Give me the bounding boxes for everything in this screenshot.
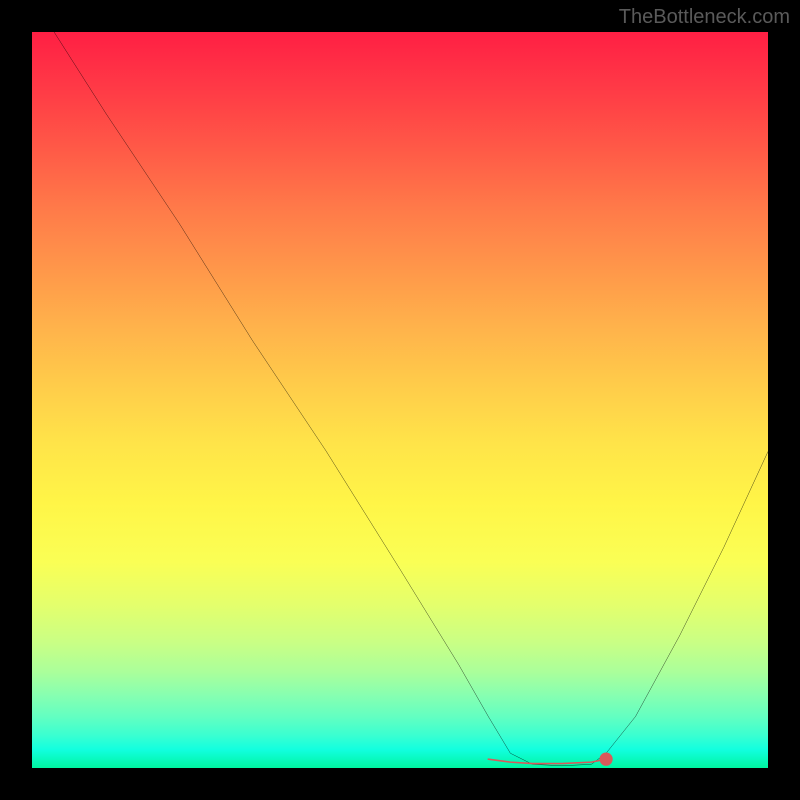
chart-svg bbox=[32, 32, 768, 768]
optimal-range-end-dot bbox=[599, 753, 612, 766]
plot-area bbox=[32, 32, 768, 768]
chart-frame: TheBottleneck.com bbox=[0, 0, 800, 800]
bottleneck-curve-path bbox=[54, 32, 768, 766]
optimal-range-marker-path bbox=[488, 759, 606, 763]
watermark-label: TheBottleneck.com bbox=[619, 6, 790, 29]
